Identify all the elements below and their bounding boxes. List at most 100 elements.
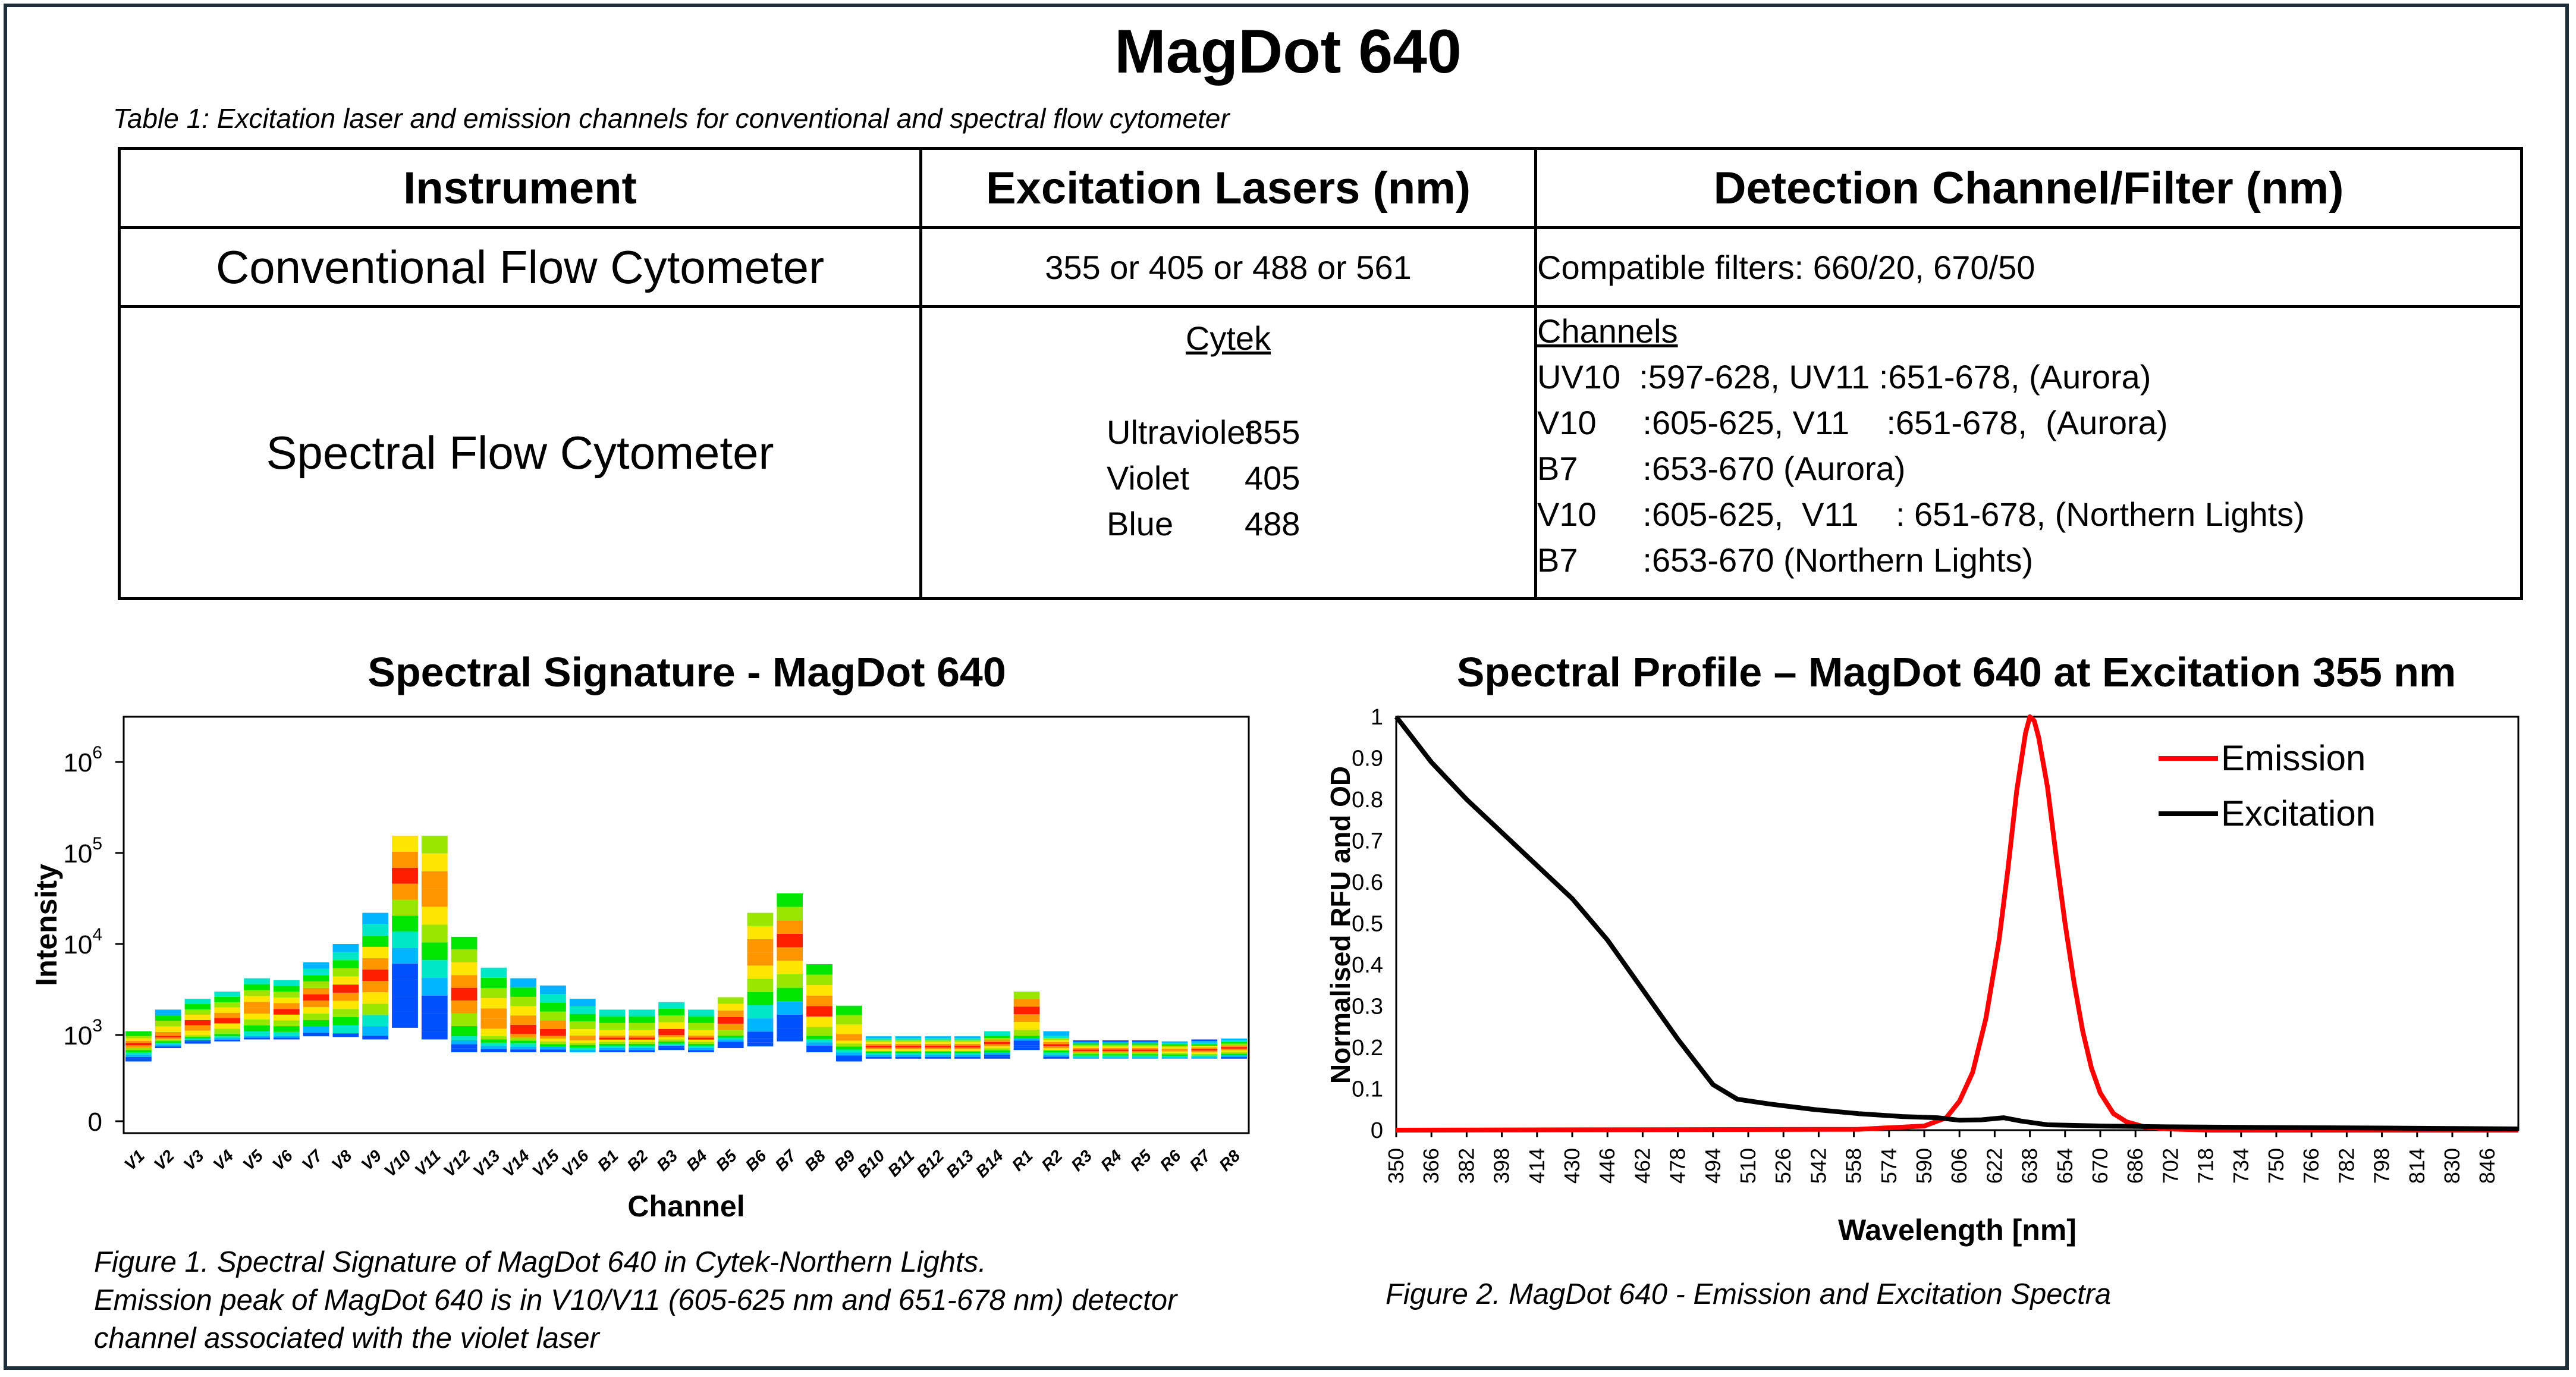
- heatmap-cell: [629, 1043, 655, 1046]
- heatmap-cell: [303, 1007, 329, 1014]
- x-tick-label: 782: [2334, 1148, 2358, 1184]
- heatmap-cell: [1102, 1047, 1129, 1050]
- heatmap-cell: [629, 1009, 655, 1017]
- heatmap-cell: [1161, 1051, 1188, 1053]
- heatmap-cell: [1102, 1055, 1129, 1058]
- heatmap-cell: [599, 1046, 626, 1049]
- heatmap-cell: [717, 1042, 744, 1044]
- heatmap-cell: [1073, 1049, 1099, 1051]
- heatmap-cell: [569, 1050, 596, 1053]
- x-tick-label: 382: [1454, 1148, 1478, 1184]
- heatmap-cell: [747, 1031, 774, 1039]
- x-tick-label: B7: [771, 1146, 800, 1174]
- heatmap-cell: [214, 1039, 241, 1042]
- heatmap-cell: [954, 1038, 981, 1040]
- heatmap-cell: [1132, 1052, 1158, 1055]
- heatmap-cell: [480, 1036, 507, 1040]
- heatmap-cell: [865, 1049, 892, 1052]
- heatmap-column-b3: [658, 1002, 684, 1050]
- x-tick-label: R1: [1009, 1146, 1036, 1174]
- x-tick-label: R3: [1067, 1146, 1096, 1175]
- y-tick-label: 0.6: [1352, 870, 1383, 895]
- x-tick-label: 478: [1666, 1148, 1690, 1184]
- heatmap-cell: [1161, 1047, 1188, 1049]
- heatmap-cell: [480, 1049, 507, 1053]
- heatmap-cell: [835, 1052, 862, 1056]
- heatmap-cell: [244, 1020, 270, 1026]
- y-tick-label: 104: [63, 925, 102, 959]
- x-tick-label: 526: [1771, 1148, 1795, 1184]
- heatmap-cell: [1013, 1040, 1040, 1043]
- heatmap-cell: [1132, 1050, 1158, 1053]
- heatmap-column-r4: [1102, 1040, 1129, 1059]
- heatmap-cell: [806, 974, 833, 986]
- x-tick-label: V16: [558, 1146, 592, 1180]
- heatmap-cell: [688, 1035, 714, 1038]
- heatmap-cell: [480, 987, 507, 999]
- x-tick-label: V14: [499, 1146, 533, 1180]
- heatmap-cell: [392, 867, 418, 884]
- heatmap-cell: [540, 1041, 566, 1044]
- heatmap-cell: [303, 968, 329, 975]
- heatmap-cell: [362, 958, 389, 970]
- heatmap-cell: [214, 1023, 241, 1029]
- x-tick-label: 830: [2440, 1148, 2464, 1184]
- heatmap-cell: [273, 1003, 300, 1009]
- heatmap-cell: [510, 987, 537, 997]
- heatmap-column-v14: [510, 978, 537, 1053]
- heatmap-cell: [540, 1011, 566, 1021]
- heatmap-cell: [865, 1040, 892, 1042]
- heatmap-cell: [244, 990, 270, 996]
- heatmap-cell: [451, 987, 477, 1001]
- heatmap-column-v7: [303, 962, 329, 1037]
- heatmap-cell: [717, 1030, 744, 1036]
- heatmap-cell: [480, 977, 507, 988]
- heatmap-cell: [125, 1036, 152, 1039]
- heatmap-cell: [806, 995, 833, 1006]
- heatmap-cell: [1043, 1037, 1070, 1040]
- x-tick-label: V7: [299, 1146, 326, 1174]
- heatmap-cell: [184, 1004, 211, 1009]
- detection-line: V10 :605-625, V11 :651-678, (Aurora): [1537, 404, 2168, 441]
- heatmap-cell: [362, 924, 389, 936]
- laser-name: Ultraviolet: [1107, 413, 1255, 451]
- page-title: MagDot 640: [1114, 17, 1462, 86]
- heatmap-cell: [362, 1003, 389, 1015]
- heatmap-cell: [599, 1042, 626, 1044]
- heatmap-cell: [925, 1055, 951, 1057]
- heatmap-cell: [925, 1053, 951, 1055]
- heatmap-cell: [421, 907, 448, 925]
- heatmap-cell: [1073, 1054, 1099, 1056]
- heatmap-cell: [214, 1036, 241, 1039]
- heatmap-cell: [1221, 1045, 1247, 1047]
- heatmap-cell: [747, 1038, 774, 1043]
- heatmap-cell: [362, 981, 389, 993]
- heatmap-cell: [925, 1042, 951, 1044]
- heatmap-cell: [125, 1059, 152, 1062]
- heatmap-cell: [658, 1008, 684, 1016]
- heatmap-cell: [244, 1037, 270, 1040]
- heatmap-cell: [451, 1040, 477, 1044]
- heatmap-cell: [392, 931, 418, 948]
- x-tick-label: 638: [2018, 1148, 2042, 1184]
- heatmap-column-r5: [1132, 1040, 1158, 1059]
- heatmap-cell: [895, 1051, 922, 1053]
- heatmap-cell: [184, 1040, 211, 1042]
- x-tick-label: 430: [1560, 1148, 1584, 1184]
- heatmap-cell: [184, 1020, 211, 1025]
- heatmap-cell: [273, 992, 300, 998]
- x-tick-label: V5: [239, 1146, 266, 1174]
- heatmap-cell: [865, 1042, 892, 1044]
- y-tick-label: 105: [63, 834, 102, 868]
- heatmap-cell: [954, 1049, 981, 1052]
- heatmap-cell: [688, 1048, 714, 1050]
- plot-area: [1395, 716, 2520, 1131]
- heatmap-cell: [1073, 1052, 1099, 1055]
- heatmap-cell: [865, 1036, 892, 1039]
- heatmap-cell: [629, 1035, 655, 1038]
- heatmap-cell: [332, 1025, 359, 1034]
- heatmap-cell: [451, 1025, 477, 1037]
- heatmap-column-r2: [1043, 1031, 1070, 1059]
- heatmap-cell: [895, 1045, 922, 1048]
- heatmap-cell: [421, 1031, 448, 1040]
